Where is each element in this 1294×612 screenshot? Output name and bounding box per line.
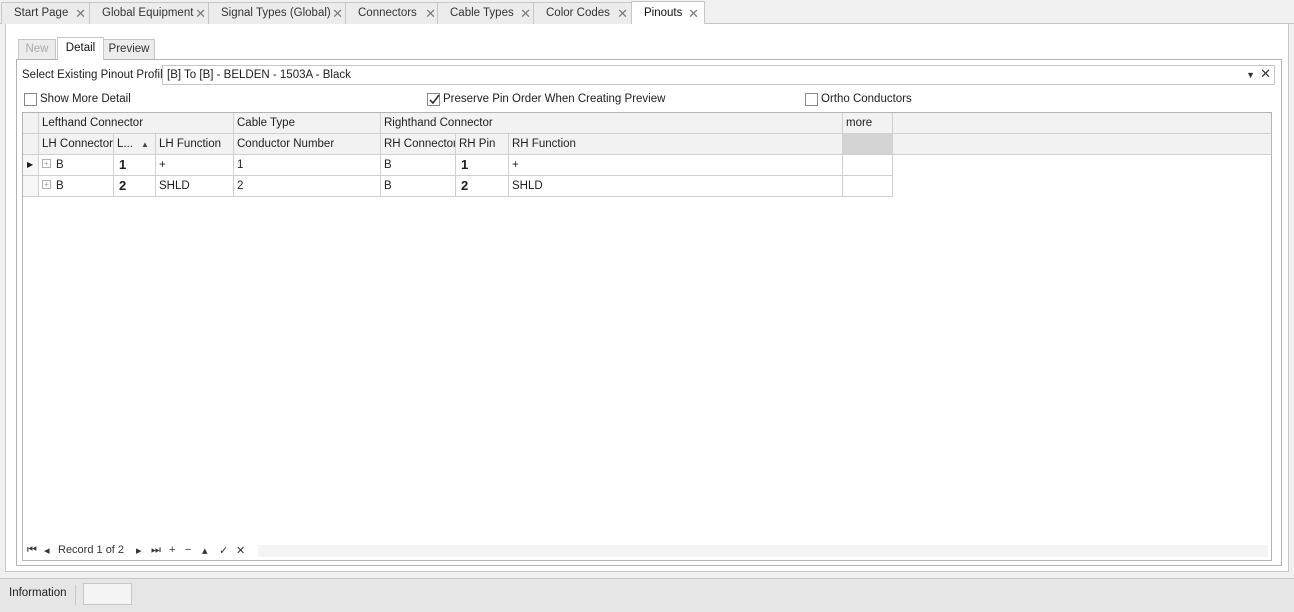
- tab-signal-types-global[interactable]: Signal Types (Global) ✕: [208, 2, 349, 24]
- close-icon[interactable]: ✕: [75, 3, 86, 24]
- tab-label: Pinouts: [644, 7, 683, 19]
- close-icon[interactable]: ✕: [195, 3, 206, 24]
- cell-lh-pin[interactable]: 1: [114, 155, 156, 176]
- cancel-icon[interactable]: ✕: [236, 544, 245, 557]
- record-counter: Record 1 of 2: [58, 544, 125, 556]
- band-corner: [23, 113, 39, 134]
- pinout-grid: Lefthand Connector Cable Type Righthand …: [22, 112, 1272, 561]
- tab-detail[interactable]: Detail: [57, 37, 104, 60]
- first-record-icon[interactable]: ⏮: [27, 544, 37, 557]
- show-more-detail-checkbox[interactable]: [24, 93, 37, 106]
- tab-start-page[interactable]: Start Page ✕: [1, 2, 92, 24]
- status-separator: [75, 585, 76, 605]
- col-rh-connector[interactable]: RH Connector: [381, 134, 456, 155]
- preserve-pin-order-checkbox[interactable]: [427, 93, 440, 106]
- row-indicator-icon[interactable]: ▶: [23, 155, 39, 176]
- close-icon[interactable]: ✕: [332, 3, 343, 24]
- tab-connectors[interactable]: Connectors ✕: [345, 2, 442, 24]
- cell-rh-function[interactable]: SHLD: [509, 176, 843, 197]
- next-record-icon[interactable]: ▸: [136, 544, 142, 557]
- record-navigator: ⏮ ◂ Record 1 of 2 ▸ ⏭ + − ▴ ✓ ✕: [23, 542, 1271, 560]
- cell-rh-pin[interactable]: 1: [456, 155, 509, 176]
- cell-rh-function[interactable]: +: [509, 155, 843, 176]
- cell-lh-function[interactable]: SHLD: [156, 176, 234, 197]
- tab-global-equipment[interactable]: Global Equipment ✕: [89, 2, 212, 24]
- cell-more[interactable]: [843, 176, 893, 197]
- col-rh-function[interactable]: RH Function: [509, 134, 843, 155]
- status-field: [83, 583, 132, 605]
- profile-value: [B] To [B] - BELDEN - 1503A - Black: [167, 69, 351, 81]
- status-information-label: Information: [9, 587, 67, 599]
- expand-icon[interactable]: +: [42, 159, 51, 169]
- tab-label: Signal Types (Global): [221, 7, 331, 19]
- cell-rh-connector[interactable]: B: [381, 176, 456, 197]
- checkmark-icon: [429, 94, 440, 105]
- close-icon[interactable]: ✕: [617, 3, 628, 24]
- dropdown-arrow-icon[interactable]: ▼: [1246, 66, 1255, 84]
- close-icon[interactable]: ✕: [688, 2, 699, 25]
- preserve-pin-order-label: Preserve Pin Order When Creating Preview: [443, 93, 666, 105]
- cell-rh-pin[interactable]: 2: [456, 176, 509, 197]
- close-icon[interactable]: ✕: [520, 3, 531, 24]
- cell-lh-connector-value: B: [56, 159, 64, 171]
- status-bar: Information: [0, 578, 1294, 612]
- tab-color-codes[interactable]: Color Codes ✕: [533, 2, 634, 24]
- horizontal-scrollbar[interactable]: [258, 545, 1268, 557]
- col-lh-connector[interactable]: LH Connector: [39, 134, 114, 155]
- tab-pinouts[interactable]: Pinouts ✕: [631, 1, 705, 25]
- band-righthand-connector[interactable]: Righthand Connector: [381, 113, 843, 134]
- col-more[interactable]: [843, 134, 893, 155]
- band-filler: [893, 113, 1271, 134]
- cell-conductor-number[interactable]: 1: [234, 155, 381, 176]
- pinouts-panel: New Detail Preview Select Existing Pinou…: [5, 24, 1289, 572]
- last-record-icon[interactable]: ⏭: [151, 544, 161, 557]
- sort-ascending-icon: ▲: [140, 140, 149, 149]
- col-lh-pin[interactable]: L... ▲: [114, 134, 156, 155]
- tab-preview[interactable]: Preview: [103, 39, 155, 59]
- show-more-detail-label: Show More Detail: [40, 93, 131, 105]
- band-cable-type[interactable]: Cable Type: [234, 113, 381, 134]
- cell-conductor-number[interactable]: 2: [234, 176, 381, 197]
- tab-label: Color Codes: [546, 7, 610, 19]
- tab-cable-types[interactable]: Cable Types ✕: [437, 2, 537, 24]
- cell-lh-connector[interactable]: + B: [39, 176, 114, 197]
- col-lh-function[interactable]: LH Function: [156, 134, 234, 155]
- pinout-profile-combo[interactable]: [B] To [B] - BELDEN - 1503A - Black ▼ ✕: [162, 65, 1275, 85]
- profile-label: Select Existing Pinout Profile: [22, 69, 170, 81]
- detail-content: Select Existing Pinout Profile [B] To [B…: [16, 59, 1282, 566]
- cell-lh-connector[interactable]: + B: [39, 155, 114, 176]
- cell-lh-connector-value: B: [56, 180, 64, 192]
- clear-icon[interactable]: ✕: [1260, 65, 1271, 83]
- tab-label: Connectors: [358, 7, 417, 19]
- tab-new[interactable]: New: [18, 39, 56, 59]
- document-tab-strip: Start Page ✕ Global Equipment ✕ Signal Typ…: [0, 0, 1294, 25]
- tab-label: Start Page: [14, 7, 69, 19]
- cell-more[interactable]: [843, 155, 893, 176]
- confirm-icon[interactable]: ✓: [219, 544, 228, 557]
- ortho-conductors-label: Ortho Conductors: [821, 93, 912, 105]
- col-lh-pin-label: L...: [117, 138, 133, 150]
- cell-lh-function[interactable]: +: [156, 155, 234, 176]
- expand-icon[interactable]: +: [42, 180, 51, 190]
- prev-record-icon[interactable]: ◂: [44, 544, 50, 557]
- col-rh-pin[interactable]: RH Pin: [456, 134, 509, 155]
- ortho-conductors-checkbox[interactable]: [805, 93, 818, 106]
- close-icon[interactable]: ✕: [425, 3, 436, 24]
- delete-record-icon[interactable]: −: [185, 544, 191, 556]
- cell-lh-pin[interactable]: 2: [114, 176, 156, 197]
- col-conductor-number[interactable]: Conductor Number: [234, 134, 381, 155]
- tab-label: Cable Types: [450, 7, 514, 19]
- band-more[interactable]: more: [843, 113, 893, 134]
- move-up-icon[interactable]: ▴: [202, 544, 208, 557]
- tab-label: Global Equipment: [102, 7, 194, 19]
- header-corner: [23, 134, 39, 155]
- band-lefthand-connector[interactable]: Lefthand Connector: [39, 113, 234, 134]
- row-indicator[interactable]: [23, 176, 39, 197]
- header-filler: [893, 134, 1271, 155]
- cell-rh-connector[interactable]: B: [381, 155, 456, 176]
- add-record-icon[interactable]: +: [169, 544, 175, 556]
